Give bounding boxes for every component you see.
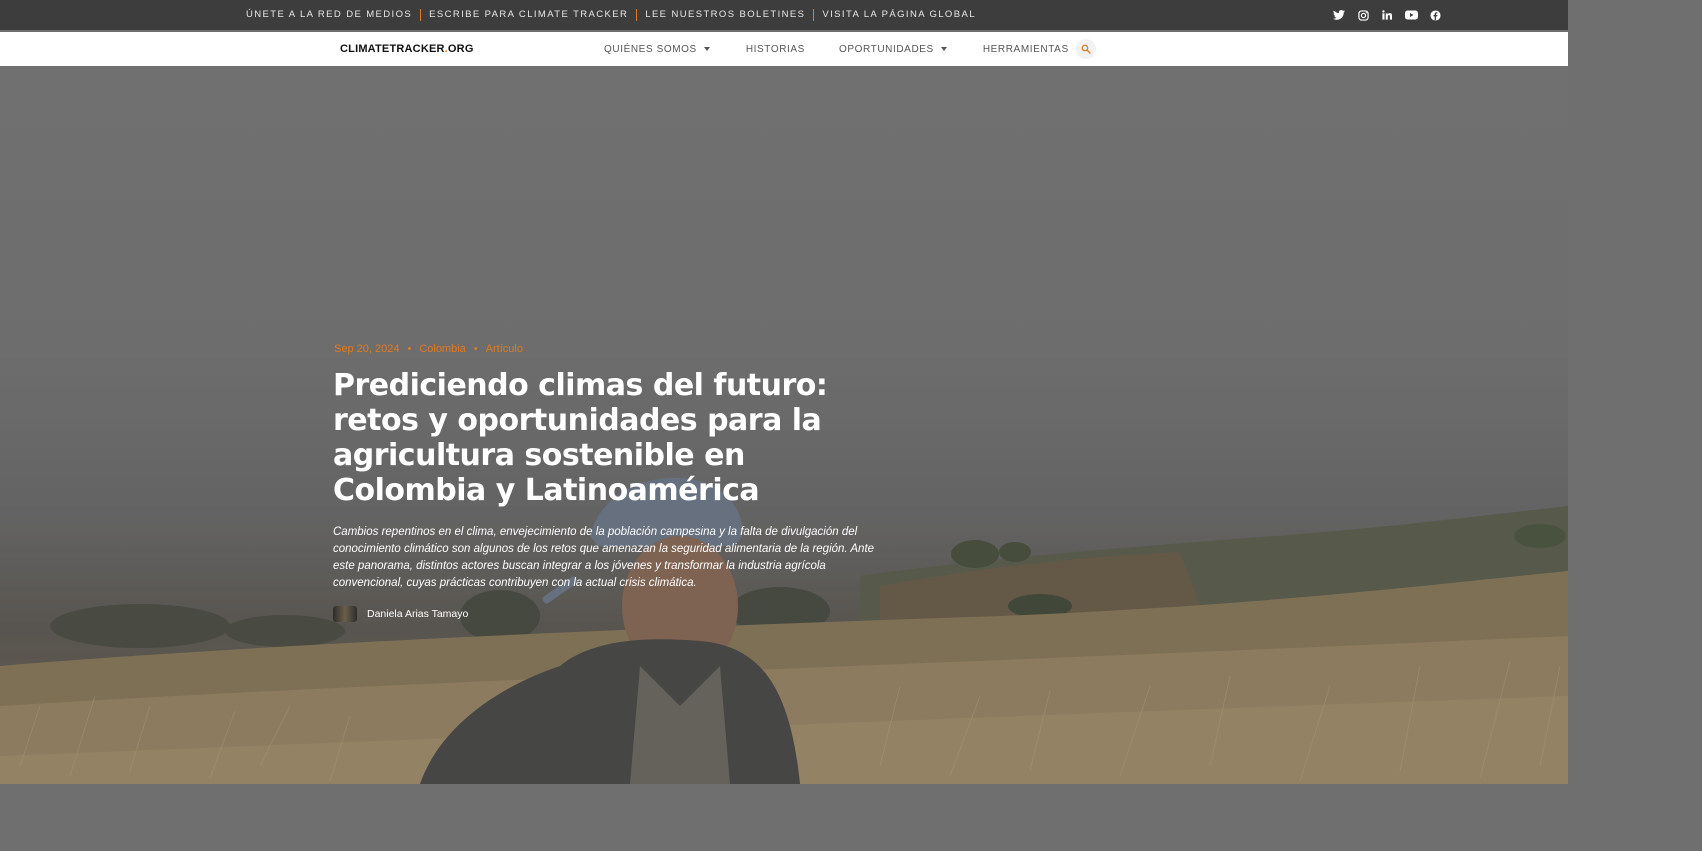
- youtube-icon[interactable]: [1404, 8, 1418, 22]
- article-meta: Sep 20, 2024 • Colombia • Artículo: [334, 343, 523, 355]
- visit-global-page-link[interactable]: VISITA LA PÁGINA GLOBAL: [813, 9, 983, 21]
- logo-main-text: CLIMATETRACKER: [340, 43, 445, 55]
- article-date: Sep 20, 2024: [334, 343, 400, 355]
- logo-tld-text: ORG: [447, 43, 474, 55]
- meta-separator: •: [407, 343, 412, 355]
- read-newsletters-link[interactable]: LEE NUESTROS BOLETINES: [636, 9, 813, 21]
- nav-item-historias[interactable]: HISTORIAS: [746, 44, 805, 55]
- author-name: Daniela Arias Tamayo: [367, 608, 469, 620]
- instagram-icon[interactable]: [1356, 8, 1370, 22]
- article-country-link[interactable]: Colombia: [419, 343, 465, 355]
- author-avatar: [333, 606, 357, 622]
- article-author[interactable]: Daniela Arias Tamayo: [333, 606, 468, 622]
- main-nav: CLIMATETRACKER.ORG QUIÉNES SOMOS HISTORI…: [0, 32, 1568, 66]
- article-type-link[interactable]: Artículo: [486, 343, 523, 355]
- meta-separator: •: [473, 343, 478, 355]
- nav-item-label: HERRAMIENTAS: [982, 43, 1069, 55]
- top-bar: ÚNETE A LA RED DE MEDIOS ESCRIBE PARA CL…: [0, 0, 1568, 30]
- site-logo[interactable]: CLIMATETRACKER.ORG: [340, 43, 474, 55]
- nav-item-oportunidades[interactable]: OPORTUNIDADES: [839, 44, 947, 55]
- twitter-icon[interactable]: [1332, 8, 1346, 22]
- article-summary: Cambios repentinos en el clima, envejeci…: [333, 526, 875, 589]
- nav-item-herramientas[interactable]: HERRAMIENTAS: [983, 44, 1082, 55]
- chevron-down-icon: [940, 47, 947, 51]
- nav-item-quienes-somos[interactable]: QUIÉNES SOMOS: [604, 44, 710, 55]
- social-links: [1332, 0, 1442, 30]
- linkedin-icon[interactable]: [1380, 8, 1394, 22]
- search-button[interactable]: [1076, 39, 1096, 59]
- nav-menu: QUIÉNES SOMOS HISTORIAS OPORTUNIDADES HE…: [604, 32, 1082, 66]
- chevron-down-icon: [703, 47, 710, 51]
- write-for-climate-tracker-link[interactable]: ESCRIBE PARA CLIMATE TRACKER: [420, 9, 636, 21]
- nav-item-label: QUIÉNES SOMOS: [604, 43, 697, 55]
- facebook-icon[interactable]: [1428, 8, 1442, 22]
- join-media-network-link[interactable]: ÚNETE A LA RED DE MEDIOS: [238, 9, 420, 21]
- search-icon: [1081, 44, 1091, 54]
- hero-banner: Sep 20, 2024 • Colombia • Artículo Predi…: [0, 66, 1568, 784]
- nav-item-label: OPORTUNIDADES: [838, 43, 934, 55]
- article-title: Prediciendo climas del futuro: retos y o…: [333, 368, 828, 508]
- nav-item-label: HISTORIAS: [745, 43, 805, 55]
- top-links: ÚNETE A LA RED DE MEDIOS ESCRIBE PARA CL…: [238, 0, 984, 30]
